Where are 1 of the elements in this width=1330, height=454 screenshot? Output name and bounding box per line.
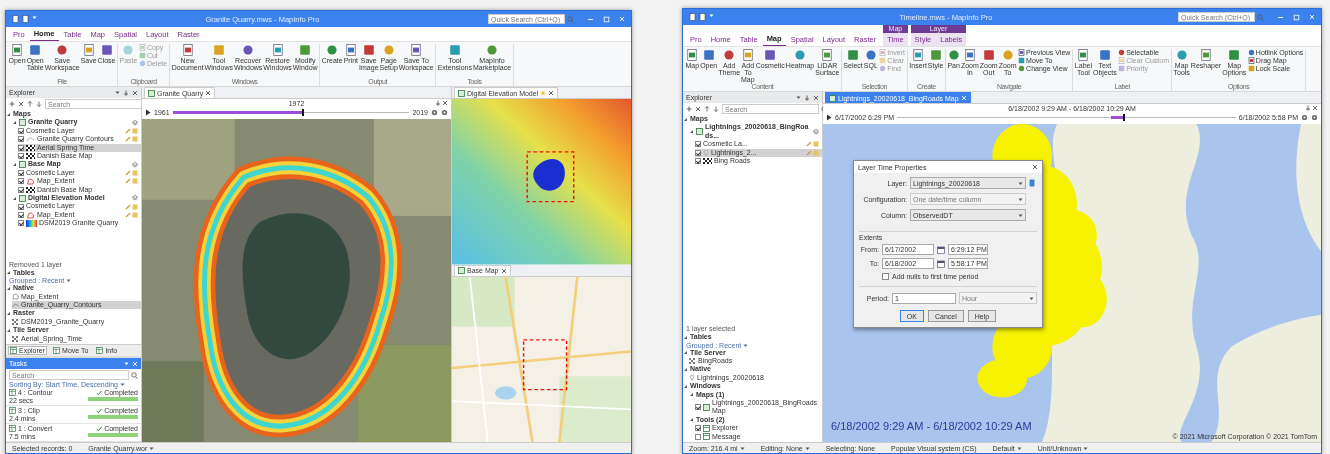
time-overlay-text: 6/18/2002 9:29 AM - 6/18/2002 10:29 AM xyxy=(831,420,1032,432)
